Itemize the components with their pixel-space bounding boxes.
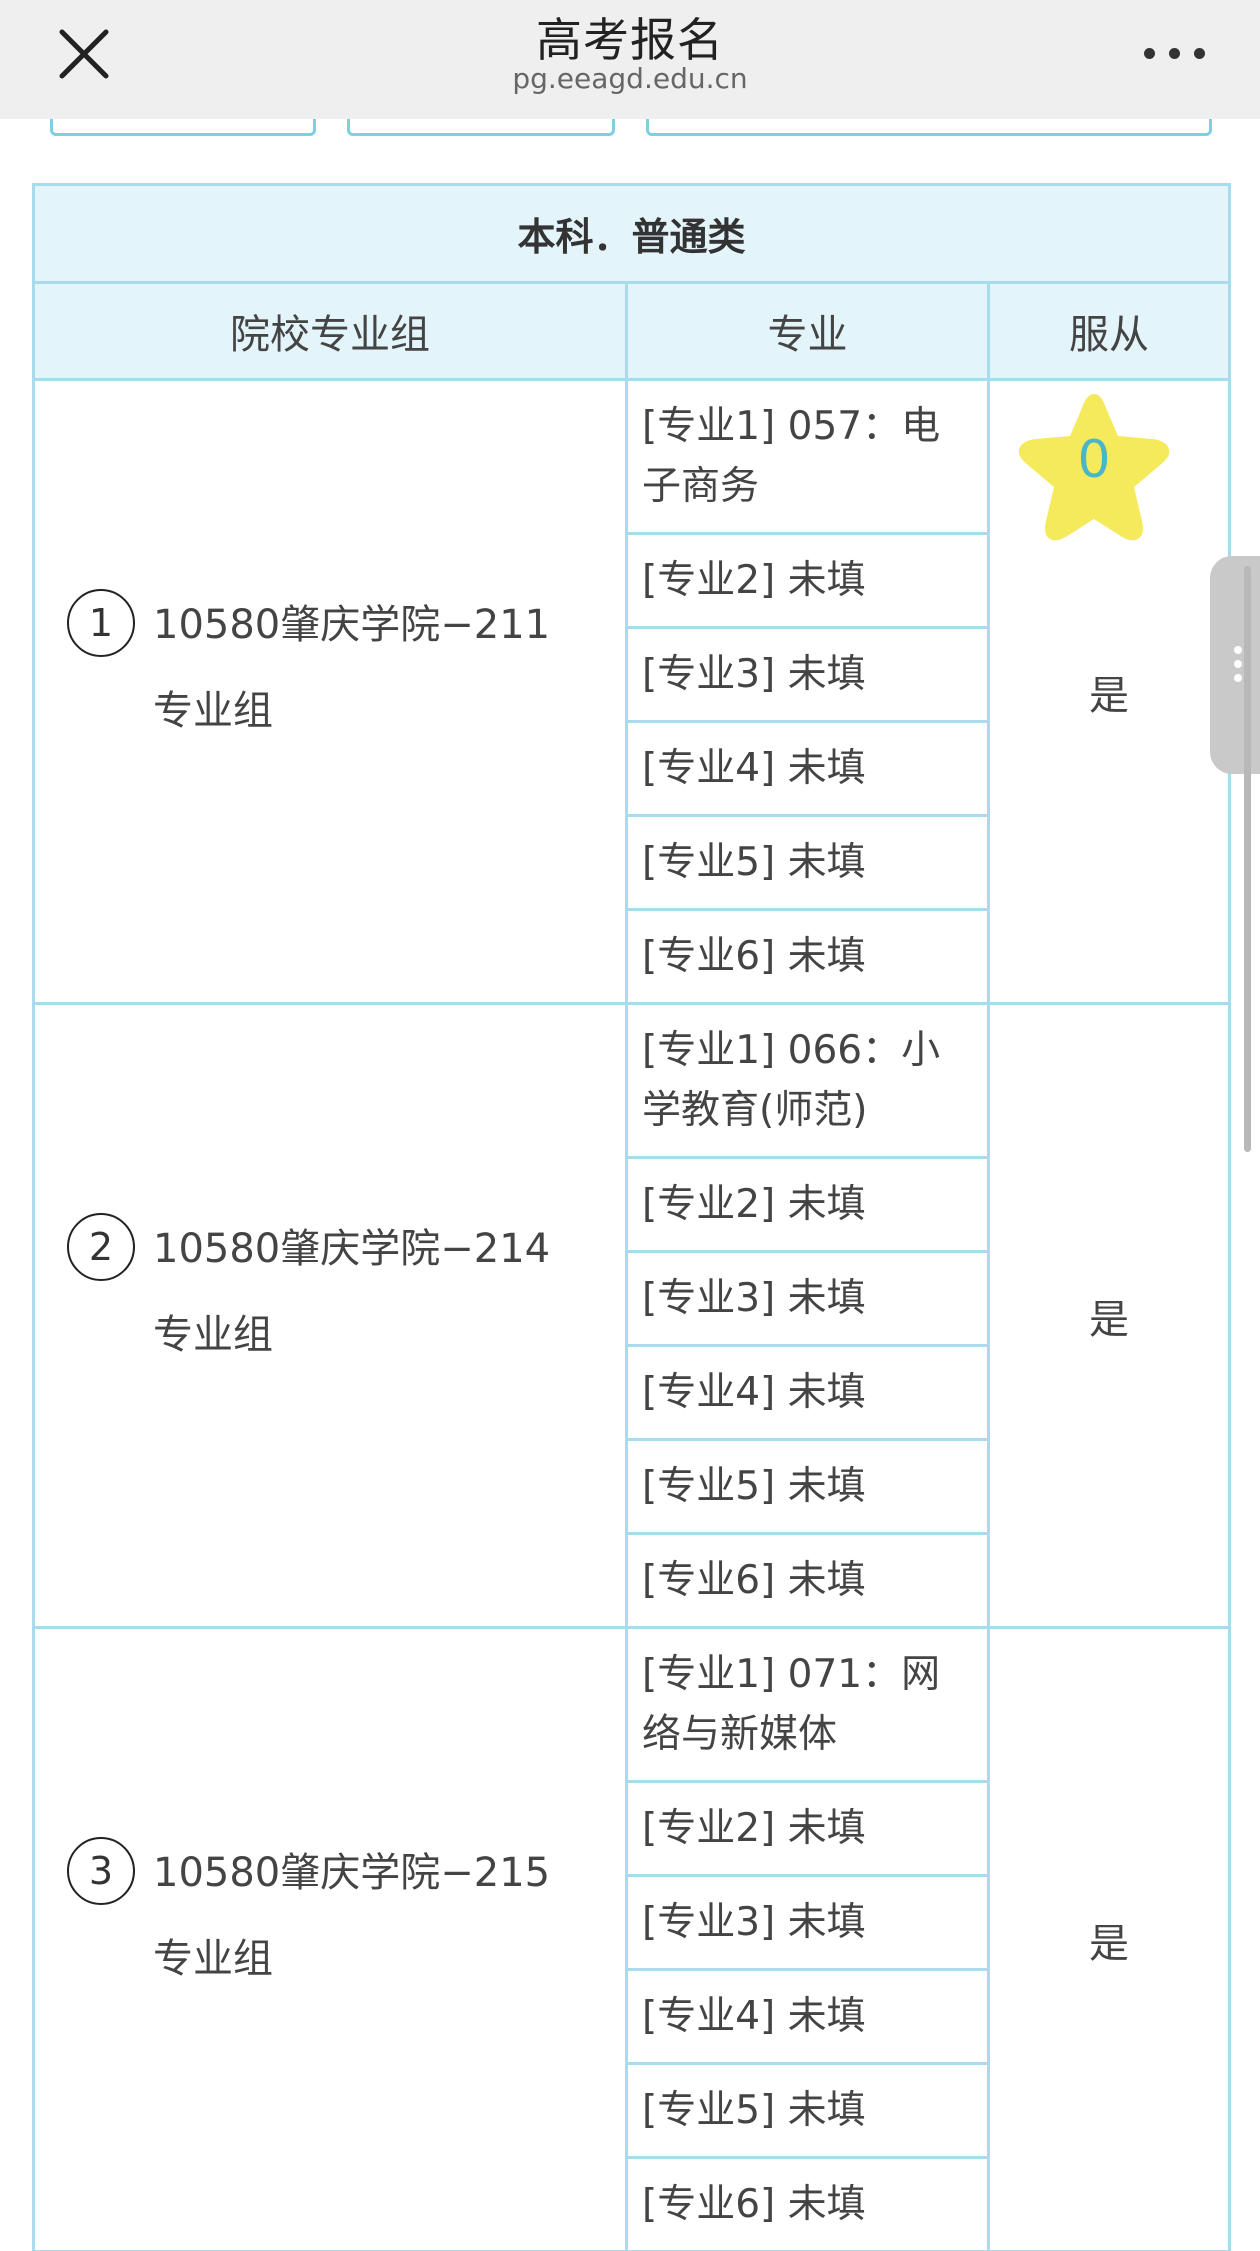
group-cell[interactable]: 1 10580肇庆学院−211专业组 <box>32 378 628 1005</box>
major-cell[interactable]: [专业3] 未填 <box>625 1874 990 1971</box>
major-cell[interactable]: [专业6] 未填 <box>625 908 990 1005</box>
major-cell[interactable]: [专业2] 未填 <box>625 1780 990 1877</box>
major-cell[interactable]: [专业3] 未填 <box>625 626 990 723</box>
major-cell[interactable]: [专业4] 未填 <box>625 1344 990 1441</box>
major-cell[interactable]: [专业1] 071：网络与新媒体 <box>625 1626 990 1783</box>
column-header-group: 院校专业组 <box>32 281 628 381</box>
major-cell[interactable]: [专业1] 057：电子商务 <box>625 378 990 535</box>
major-cell[interactable]: [专业5] 未填 <box>625 814 990 911</box>
group-name: 10580肇庆学院−215专业组 <box>153 1849 551 1982</box>
major-cell[interactable]: [专业6] 未填 <box>625 2156 990 2251</box>
group-info: 1 10580肇庆学院−211专业组 <box>35 582 625 754</box>
group-number-badge: 2 <box>67 1212 135 1281</box>
group-name: 10580肇庆学院−214专业组 <box>153 1225 551 1358</box>
more-menu-button[interactable] <box>1140 36 1210 68</box>
accept-cell: 是 <box>986 1002 1232 1629</box>
handle-dot-icon <box>1234 646 1242 654</box>
accept-cell: 是 <box>986 1626 1232 2251</box>
group-cell[interactable]: 3 10580肇庆学院−215专业组 <box>32 1626 628 2251</box>
page-url: pg.eeagd.edu.cn <box>512 62 748 95</box>
major-cell[interactable]: [专业4] 未填 <box>625 1968 990 2065</box>
group-info: 3 10580肇庆学院−215专业组 <box>35 1830 625 2002</box>
major-cell[interactable]: [专业5] 未填 <box>625 1438 990 1535</box>
group-info: 2 10580肇庆学院−214专业组 <box>35 1206 625 1378</box>
major-cell[interactable]: [专业4] 未填 <box>625 720 990 817</box>
major-cell[interactable]: [专业3] 未填 <box>625 1250 990 1347</box>
more-icon <box>1144 48 1155 59</box>
star-count: 0 <box>1077 430 1111 490</box>
star-badge[interactable]: 0 <box>1012 388 1176 546</box>
major-cell[interactable]: [专业2] 未填 <box>625 532 990 629</box>
page: 高考报名 pg.eeagd.edu.cn 本科．普通类 院校专业组 专业 服从 … <box>0 0 1260 2251</box>
table-row: 3 10580肇庆学院−215专业组 [专业1] 071：网络与新媒体是 <box>32 1626 1232 2251</box>
table-row: 2 10580肇庆学院−214专业组 [专业1] 066：小学教育(师范) 是 <box>32 1002 1232 1629</box>
major-cell[interactable]: [专业2] 未填 <box>625 1156 990 1253</box>
group-number-badge: 1 <box>67 588 135 657</box>
major-cell[interactable]: [专业5] 未填 <box>625 2062 990 2159</box>
group-name: 10580肇庆学院−211专业组 <box>153 601 551 734</box>
scrollbar[interactable] <box>1244 566 1251 1152</box>
column-header-major: 专业 <box>625 281 990 381</box>
table-body: 1 10580肇庆学院−211专业组 [专业1] 057：电子商务是 [专业2] 未填… <box>32 378 1232 2251</box>
column-header-accept: 服从 <box>986 281 1232 381</box>
navigation-bar: 高考报名 pg.eeagd.edu.cn <box>0 0 1260 119</box>
section-title: 本科．普通类 <box>31 183 1232 284</box>
side-drawer-handle[interactable] <box>1210 556 1260 774</box>
page-title: 高考报名 <box>536 13 724 67</box>
group-number-badge: 3 <box>67 1836 135 1905</box>
major-cell[interactable]: [专业1] 066：小学教育(师范) <box>625 1002 990 1159</box>
group-cell[interactable]: 2 10580肇庆学院−214专业组 <box>32 1002 628 1629</box>
major-cell[interactable]: [专业6] 未填 <box>625 1532 990 1629</box>
